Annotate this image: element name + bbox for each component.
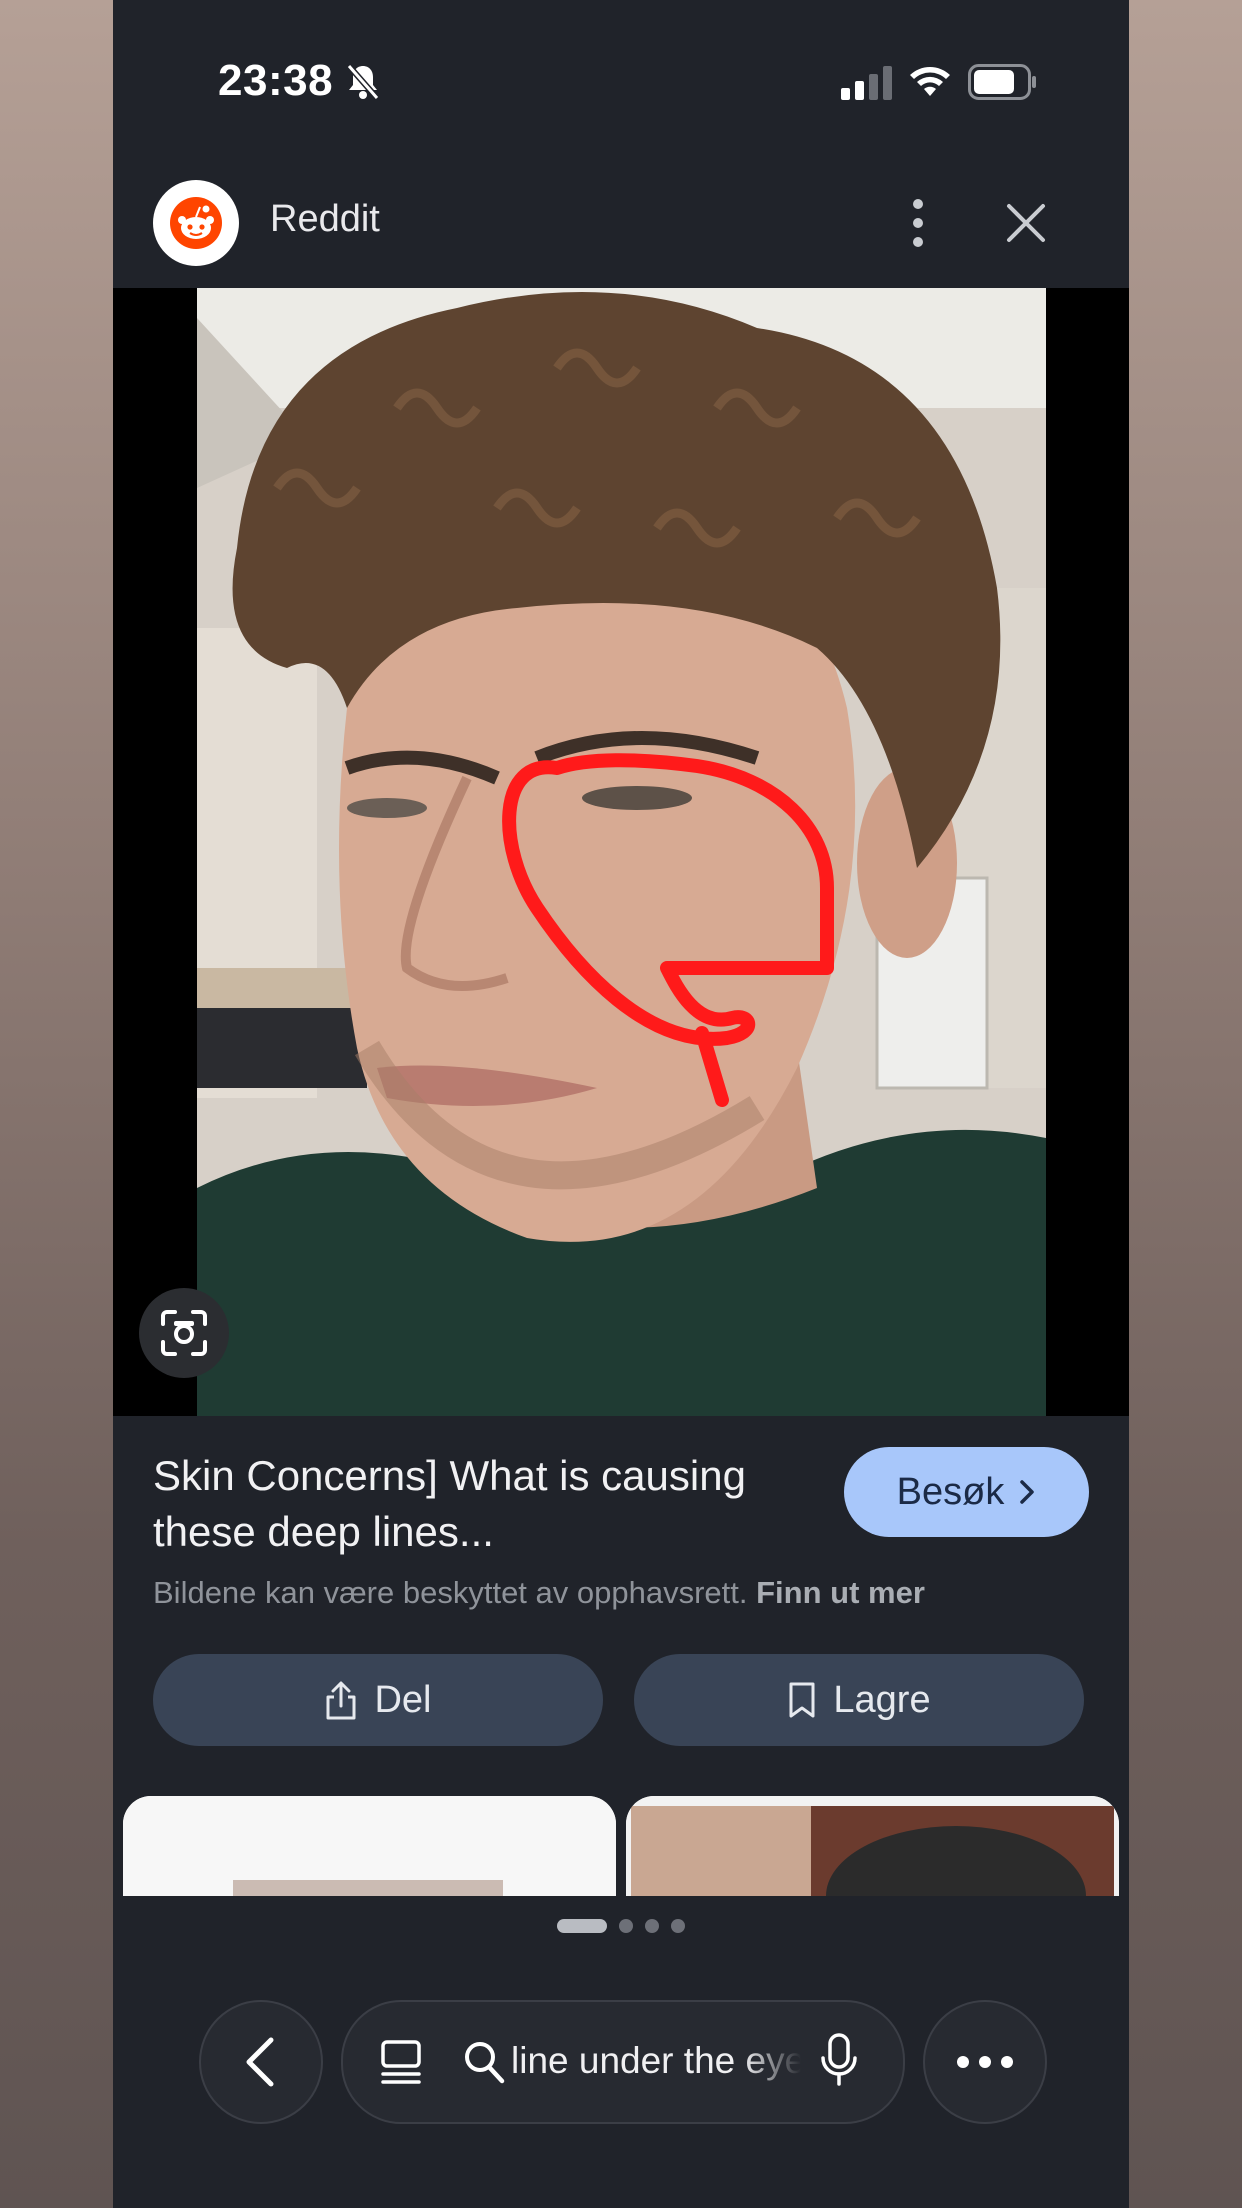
related-thumbnail[interactable] (123, 1796, 616, 1896)
page-dot-active (557, 1919, 607, 1933)
result-photo (197, 288, 1046, 1416)
visit-button[interactable]: Besøk (844, 1447, 1089, 1537)
search-query[interactable]: line under the eye (511, 2040, 801, 2082)
wifi-icon (908, 62, 952, 103)
learn-more-link[interactable]: Finn ut mer (756, 1575, 925, 1610)
save-button[interactable]: Lagre (634, 1654, 1084, 1746)
related-thumbnail[interactable] (626, 1796, 1119, 1896)
chevron-left-icon (246, 2037, 274, 2087)
chevron-right-icon (1020, 1480, 1035, 1504)
page-dot (645, 1919, 659, 1933)
save-label: Lagre (833, 1678, 931, 1721)
back-button[interactable] (199, 2000, 323, 2124)
search-icon (463, 2040, 505, 2089)
page-dot (619, 1919, 633, 1933)
share-button[interactable]: Del (153, 1654, 603, 1746)
share-icon (326, 1681, 356, 1720)
lens-icon[interactable] (139, 1288, 229, 1378)
close-icon[interactable] (1001, 198, 1051, 248)
phone-screen: 23:38 Reddit Skin Concerns] What is caus… (113, 0, 1129, 2208)
source-name[interactable]: Reddit (270, 198, 380, 241)
mic-icon[interactable] (819, 2032, 859, 2093)
visit-label: Besøk (896, 1470, 1005, 1513)
bell-muted-icon (345, 62, 381, 107)
page-indicator (557, 1919, 685, 1933)
signal-icon (841, 66, 893, 105)
result-title[interactable]: Skin Concerns] What is causing these dee… (153, 1448, 793, 1560)
bookmark-icon (789, 1682, 815, 1718)
more-horiz-icon[interactable] (923, 2000, 1047, 2124)
copyright-notice: Bildene kan være beskyttet av opphavsret… (153, 1575, 925, 1611)
reddit-logo[interactable] (153, 180, 239, 266)
more-vert-icon[interactable] (893, 196, 943, 250)
copyright-text: Bildene kan være beskyttet av opphavsret… (153, 1575, 748, 1610)
status-time: 23:38 (218, 56, 334, 105)
tabs-icon[interactable] (377, 2038, 425, 2091)
search-bar[interactable]: line under the eye (341, 2000, 905, 2124)
share-label: Del (374, 1678, 432, 1721)
battery-icon (968, 64, 1038, 105)
page-dot (671, 1919, 685, 1933)
image-preview[interactable] (113, 288, 1129, 1416)
